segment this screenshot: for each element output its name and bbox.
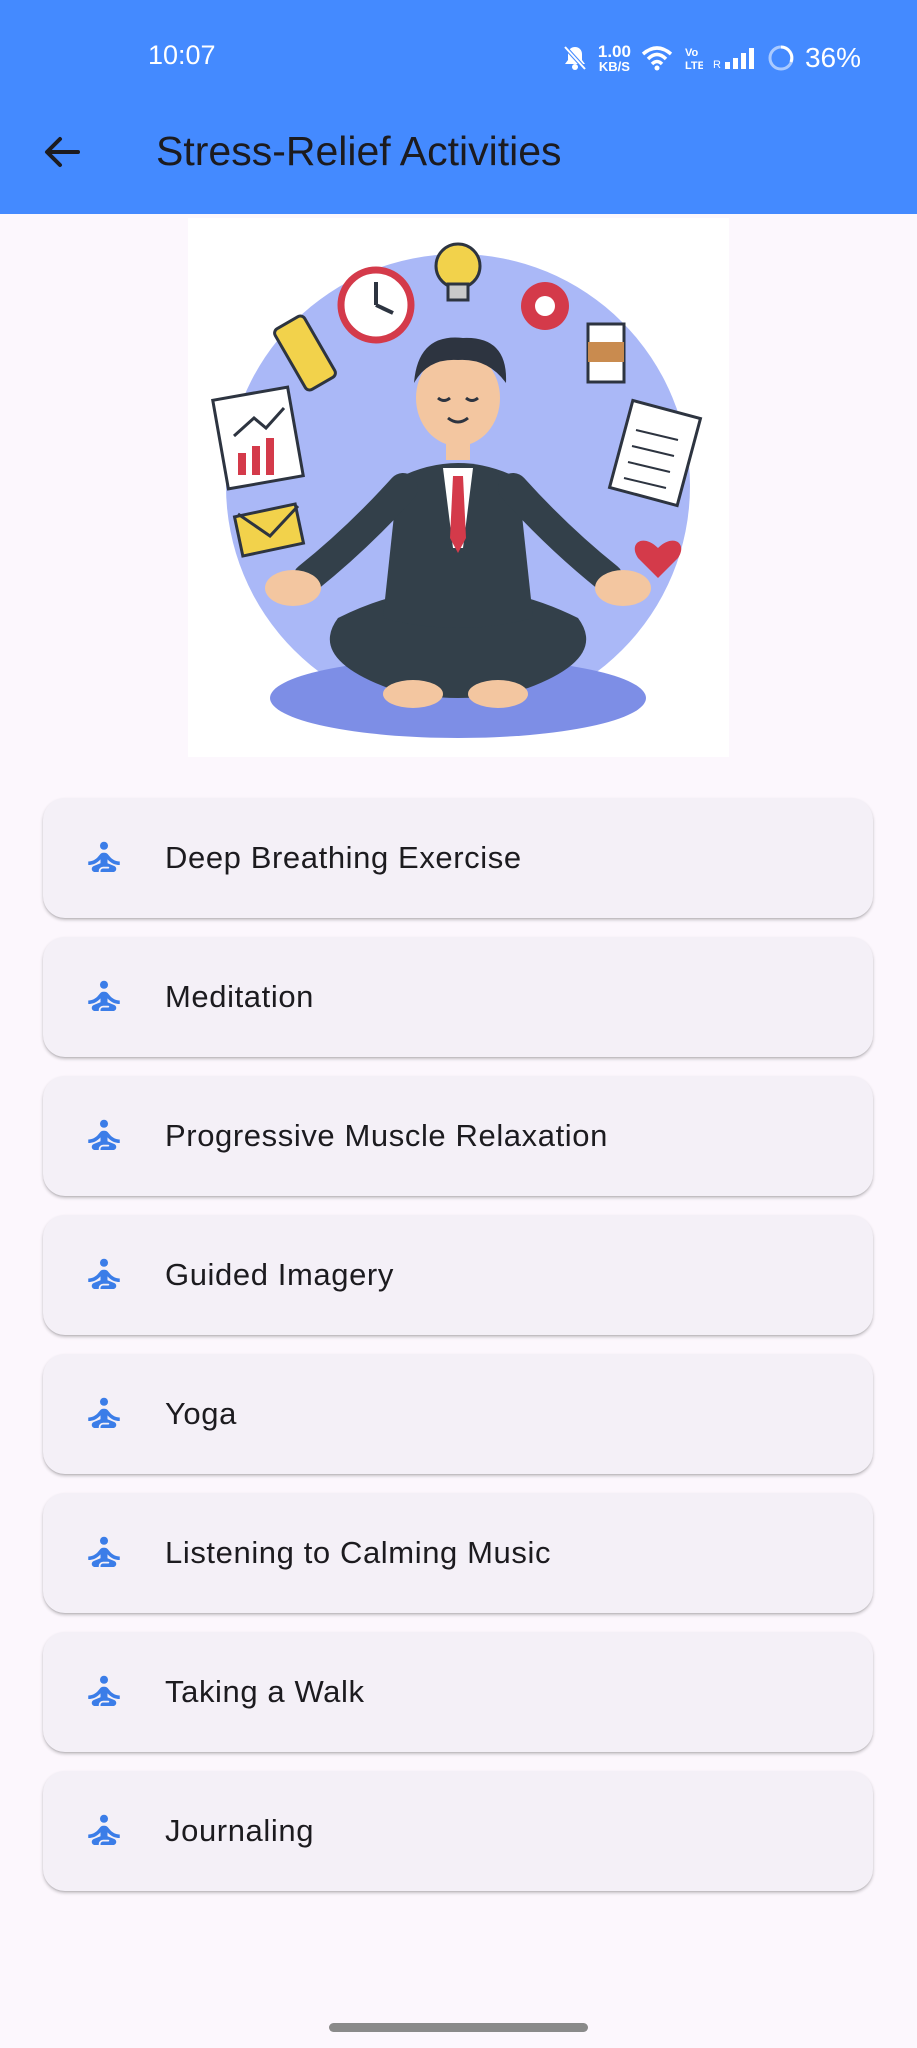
- activity-list: Deep Breathing Exercise Meditation Progr…: [43, 798, 873, 1910]
- activity-card[interactable]: Listening to Calming Music: [43, 1493, 873, 1613]
- page-title: Stress-Relief Activities: [156, 128, 562, 174]
- svg-text:R: R: [713, 59, 721, 70]
- activity-card[interactable]: Journaling: [43, 1771, 873, 1891]
- battery-percent: 36%: [804, 42, 861, 73]
- activity-label: Meditation: [165, 979, 315, 1014]
- meditating-man-illustration: [211, 242, 703, 738]
- activity-card[interactable]: Progressive Muscle Relaxation: [43, 1076, 873, 1196]
- activity-label: Taking a Walk: [165, 1674, 365, 1709]
- activity-card[interactable]: Yoga: [43, 1354, 873, 1474]
- self-improvement-icon: [88, 980, 120, 1011]
- svg-text:Vo: Vo: [685, 47, 699, 59]
- home-indicator[interactable]: [329, 2023, 588, 2032]
- status-time: 10:07: [148, 40, 216, 70]
- activity-label: Progressive Muscle Relaxation: [165, 1118, 608, 1153]
- svg-text:LTE: LTE: [685, 60, 703, 71]
- activity-label: Yoga: [165, 1396, 237, 1431]
- network-speed: 1.00 KB/S: [597, 42, 631, 74]
- volte-icon: Vo LTE: [685, 47, 703, 71]
- app-bar: 10:07 1.00 KB/S Vo LTE R 36% Stress-Reli…: [0, 0, 917, 214]
- activity-label: Listening to Calming Music: [165, 1535, 552, 1570]
- activity-card[interactable]: Guided Imagery: [43, 1215, 873, 1335]
- self-improvement-icon: [88, 1258, 120, 1289]
- arrow-left-icon: [45, 137, 80, 167]
- activity-card[interactable]: Deep Breathing Exercise: [43, 798, 873, 918]
- signal-icon: R: [713, 48, 754, 70]
- battery-icon: [768, 45, 794, 71]
- self-improvement-icon: [88, 1397, 120, 1428]
- activity-card[interactable]: Taking a Walk: [43, 1632, 873, 1752]
- self-improvement-icon: [88, 841, 120, 872]
- self-improvement-icon: [88, 1814, 120, 1845]
- hero-illustration: [188, 218, 729, 757]
- wifi-icon: [641, 46, 673, 71]
- activity-label: Journaling: [165, 1813, 315, 1848]
- self-improvement-icon: [88, 1536, 120, 1567]
- activity-label: Guided Imagery: [165, 1257, 394, 1292]
- self-improvement-icon: [88, 1119, 120, 1150]
- back-button[interactable]: [30, 120, 94, 184]
- bell-off-icon: [563, 45, 587, 71]
- self-improvement-icon: [88, 1675, 120, 1706]
- activity-label: Deep Breathing Exercise: [165, 840, 522, 875]
- activity-card[interactable]: Meditation: [43, 937, 873, 1057]
- status-icons: 1.00 KB/S Vo LTE R 36%: [562, 38, 861, 78]
